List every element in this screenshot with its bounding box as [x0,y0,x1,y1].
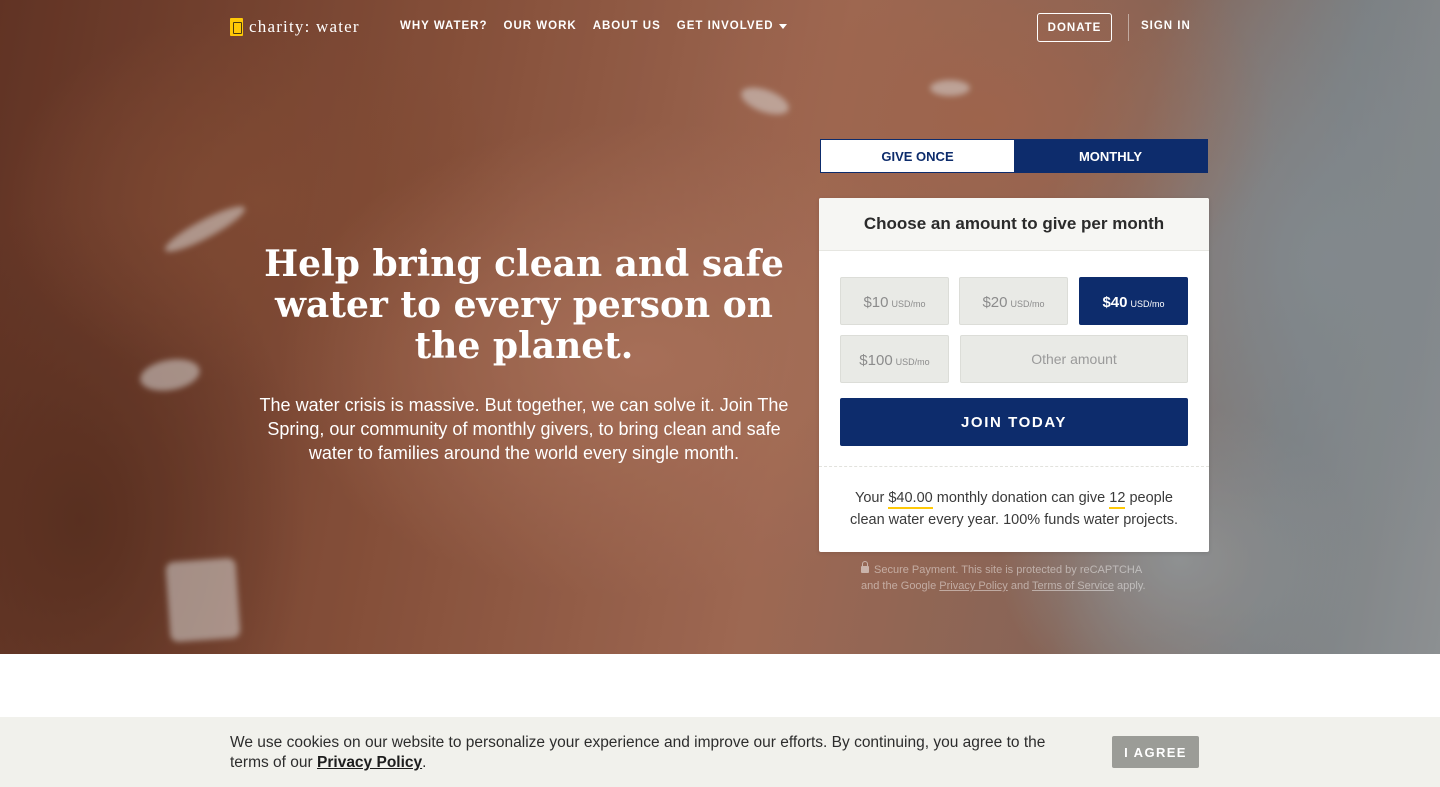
impact-prefix: Your [855,490,885,506]
amount-value: $10 [863,294,889,311]
sign-in-link[interactable]: SIGN IN [1141,20,1191,32]
amount-option-100[interactable]: $100 USD/mo [840,335,949,383]
google-privacy-link[interactable]: Privacy Policy [939,580,1007,592]
nav-link-about-us[interactable]: ABOUT US [593,20,661,32]
amount-option-40[interactable]: $40 USD/mo [1079,277,1188,325]
tab-give-once[interactable]: GIVE ONCE [821,140,1014,172]
secure-payment-note: Secure Payment. This site is protected b… [861,561,1191,594]
impact-amount: $40.00 [888,490,933,509]
cookie-privacy-link[interactable]: Privacy Policy [317,754,422,771]
brand-wordmark: charity: water [249,17,360,36]
secure-line-2-suffix: apply. [1117,580,1146,592]
tab-monthly[interactable]: MONTHLY [1014,140,1207,172]
nav-link-our-work[interactable]: OUR WORK [504,20,577,32]
other-amount-input[interactable] [960,335,1188,383]
jerry-can-icon [230,18,243,36]
amount-unit: USD/mo [891,299,926,309]
nav-link-why-water[interactable]: WHY WATER? [400,20,488,32]
i-agree-button[interactable]: I AGREE [1112,736,1199,768]
amount-value: $100 [859,352,893,369]
amount-value: $20 [982,294,1008,311]
google-terms-link[interactable]: Terms of Service [1032,580,1114,592]
donation-card-heading: Choose an amount to give per month [819,198,1209,251]
top-navigation: charity: water WHY WATER? OUR WORK ABOUT… [0,0,1440,56]
impact-middle: monthly donation can give [936,490,1106,506]
secure-line-2-prefix: and the Google [861,580,937,592]
cookie-message: We use cookies on our website to persona… [230,733,1080,773]
lock-icon [861,561,869,573]
cookie-period: . [422,754,427,771]
hero-headline: Help bring clean and safe water to every… [264,243,784,367]
impact-people-count: 12 [1109,490,1126,509]
secure-line-1: Secure Payment. This site is protected b… [874,564,1143,576]
secure-line-2-and: and [1010,580,1030,592]
donate-button[interactable]: DONATE [1037,13,1112,42]
amount-option-20[interactable]: $20 USD/mo [959,277,1068,325]
hero-subtext: The water crisis is massive. But togethe… [259,395,789,463]
card-divider [819,466,1209,467]
chevron-down-icon [778,23,787,29]
nav-link-get-involved-label: GET INVOLVED [676,20,774,32]
amount-value: $40 [1102,294,1128,311]
nav-links: WHY WATER? OUR WORK ABOUT US GET INVOLVE… [400,20,787,32]
amount-unit: USD/mo [895,357,930,367]
amount-unit: USD/mo [1010,299,1045,309]
nav-link-get-involved[interactable]: GET INVOLVED [677,20,787,32]
nav-divider [1128,14,1129,41]
frequency-toggle: GIVE ONCE MONTHLY [820,139,1208,173]
brand-logo[interactable]: charity: water [230,17,360,37]
impact-statement: Your $40.00 monthly donation can give 12… [839,487,1189,531]
join-today-button[interactable]: JOIN TODAY [840,398,1188,446]
cookie-banner: We use cookies on our website to persona… [0,717,1440,787]
amount-unit: USD/mo [1130,299,1165,309]
amount-option-10[interactable]: $10 USD/mo [840,277,949,325]
donation-card: Choose an amount to give per month $10 U… [819,198,1209,552]
